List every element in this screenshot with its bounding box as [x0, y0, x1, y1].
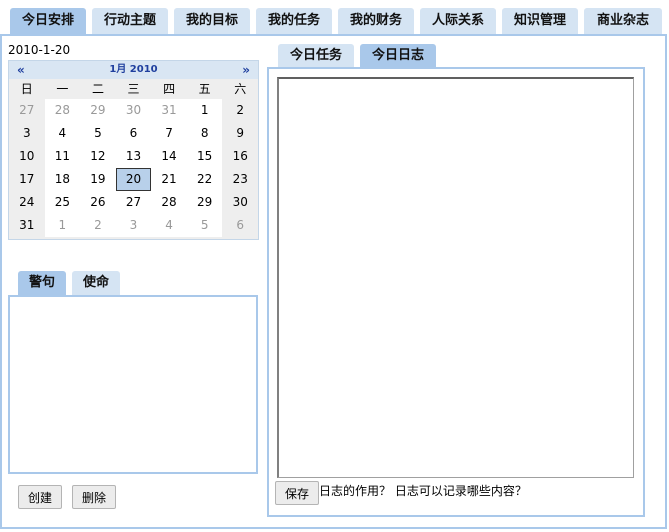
calendar-weekday-row: 日一二三四五六 [9, 79, 258, 99]
calendar-day-grid: 27 28 29 30 31 1 2 3 4 5 6 7 8 9 10 11 12 13 14 15 16 17 18 19 2… [9, 99, 258, 237]
save-button[interactable]: 保存 [275, 481, 319, 505]
calendar-day[interactable]: 26 [80, 191, 116, 214]
calendar-day[interactable]: 11 [44, 145, 81, 168]
calendar-day[interactable]: 3 [115, 214, 152, 237]
top-tab-4[interactable]: 我的任务 [256, 8, 332, 34]
calendar-day[interactable]: 2 [222, 99, 258, 122]
calendar-day[interactable]: 13 [115, 145, 152, 168]
calendar-day[interactable]: 9 [222, 122, 258, 145]
calendar-day[interactable]: 30 [115, 99, 152, 122]
calendar-day[interactable]: 5 [80, 122, 116, 145]
tab-today-log[interactable]: 今日日志 [360, 44, 436, 68]
calendar-day[interactable]: 16 [222, 145, 258, 168]
quote-content-box[interactable] [8, 295, 258, 474]
calendar-day[interactable]: 5 [186, 214, 223, 237]
create-button[interactable]: 创建 [18, 485, 62, 509]
calendar-day[interactable]: 4 [44, 122, 81, 145]
calendar-day[interactable]: 31 [151, 99, 187, 122]
calendar-day[interactable]: 19 [80, 168, 116, 191]
log-hint-text: 日志的作用？ 日志可以记录哪些内容？ [319, 484, 527, 498]
calendar-day[interactable]: 29 [80, 99, 116, 122]
calendar-weekday: 四 [163, 82, 176, 96]
calendar-day[interactable]: 14 [151, 145, 187, 168]
calendar-day[interactable]: 6 [222, 214, 258, 237]
top-tab-5[interactable]: 我的财务 [338, 8, 414, 34]
calendar-day[interactable]: 28 [151, 191, 187, 214]
log-panel: 保存 日志的作用？ 日志可以记录哪些内容？ [267, 67, 645, 517]
calendar-weekday: 日 [20, 82, 33, 96]
delete-button[interactable]: 删除 [72, 485, 116, 509]
top-tab-2[interactable]: 行动主题 [92, 8, 168, 34]
calendar-day[interactable]: 3 [9, 122, 45, 145]
calendar-day[interactable]: 27 [9, 99, 45, 122]
calendar-weekday: 三 [127, 82, 140, 96]
calendar-prev-month-button[interactable]: « [17, 61, 25, 79]
calendar-weekday: 六 [234, 82, 247, 96]
calendar-day[interactable]: 4 [151, 214, 187, 237]
calendar-day[interactable]: 23 [222, 168, 258, 191]
tab-quote[interactable]: 警句 [18, 271, 66, 295]
top-tab-3[interactable]: 我的目标 [174, 8, 250, 34]
calendar-day[interactable]: 28 [44, 99, 81, 122]
calendar-weekday: 一 [56, 82, 69, 96]
calendar-day[interactable]: 1 [186, 99, 223, 122]
calendar-day[interactable]: 27 [115, 191, 152, 214]
calendar-day[interactable]: 6 [115, 122, 152, 145]
tab-mission[interactable]: 使命 [72, 271, 120, 295]
calendar-day[interactable]: 22 [186, 168, 223, 191]
calendar-day[interactable]: 30 [222, 191, 258, 214]
calendar-month-title: 1月 2010 [109, 64, 158, 75]
current-date-label: 2010-1-20 [8, 43, 71, 57]
calendar-day[interactable]: 8 [186, 122, 223, 145]
calendar-day[interactable]: 18 [44, 168, 81, 191]
tab-today-tasks[interactable]: 今日任务 [278, 44, 354, 68]
top-tab-7[interactable]: 知识管理 [502, 8, 578, 34]
log-textarea[interactable] [277, 77, 634, 478]
calendar-day[interactable]: 2 [80, 214, 116, 237]
calendar-day[interactable]: 29 [186, 191, 223, 214]
top-tab-bar: 今日安排 行动主题 我的目标 我的任务 我的财务 人际关系 知识管理 商业杂志 [0, 0, 669, 34]
top-tab-1[interactable]: 今日安排 [10, 8, 86, 34]
top-tab-6[interactable]: 人际关系 [420, 8, 496, 34]
calendar-weekday: 五 [198, 82, 211, 96]
calendar-day[interactable]: 24 [9, 191, 45, 214]
calendar-weekday: 二 [91, 82, 104, 96]
calendar-header: « 1月 2010 » [9, 61, 258, 79]
calendar-day[interactable]: 12 [80, 145, 116, 168]
calendar-day[interactable]: 17 [9, 168, 45, 191]
calendar-day[interactable]: 10 [9, 145, 45, 168]
calendar-next-month-button[interactable]: » [242, 61, 250, 79]
calendar-day[interactable]: 25 [44, 191, 81, 214]
top-tab-8[interactable]: 商业杂志 [584, 8, 662, 34]
calendar: « 1月 2010 » 日一二三四五六 27 28 29 30 31 1 2 3 4 5 6 7 8 9 1… [8, 60, 259, 240]
calendar-day[interactable]: 7 [151, 122, 187, 145]
calendar-day[interactable]: 21 [151, 168, 187, 191]
calendar-day[interactable]: 31 [9, 214, 45, 237]
calendar-day[interactable]: 1 [44, 214, 81, 237]
calendar-day[interactable]: 15 [186, 145, 223, 168]
calendar-day-selected[interactable]: 20 [115, 168, 152, 191]
